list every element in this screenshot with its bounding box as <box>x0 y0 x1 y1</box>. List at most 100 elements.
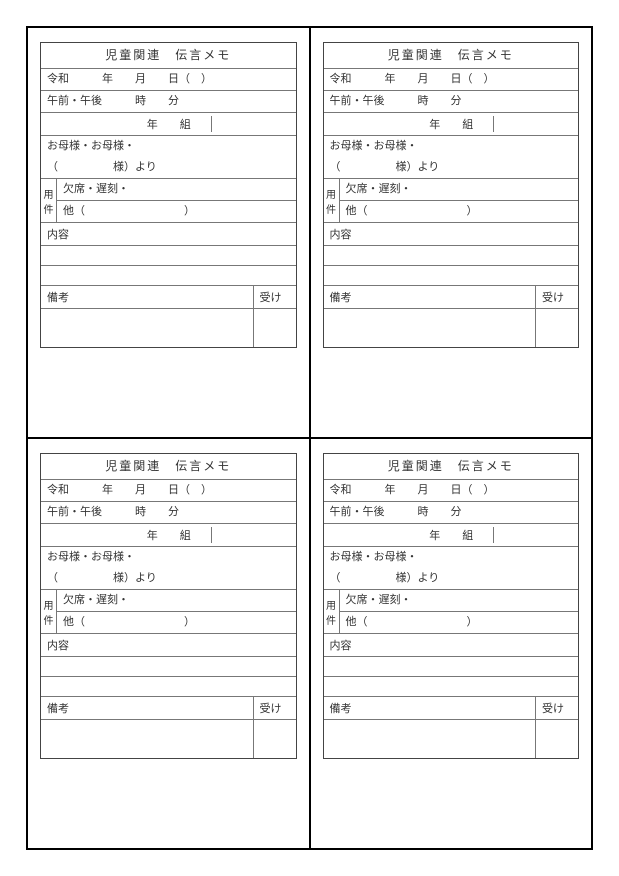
content-line-1 <box>41 656 296 676</box>
content-label: 内容 <box>41 223 296 245</box>
card-title: 児童関連 伝言メモ <box>324 454 579 480</box>
from-line-1: お母様・お母様・ <box>41 547 296 568</box>
content-block: 内容 <box>324 223 579 286</box>
matter-label: 用 件 <box>41 590 57 633</box>
remarks-body <box>324 309 536 347</box>
class-row: 年 組 <box>41 113 296 136</box>
matter-body: 欠席・遅刻・ 他（ ） <box>57 179 296 222</box>
remarks-label: 備考 <box>41 286 253 309</box>
matter-line-1: 欠席・遅刻・ <box>340 590 579 612</box>
content-line-2 <box>324 265 579 285</box>
remarks-left: 備考 <box>324 286 537 347</box>
from-block: お母様・お母様・ （ 様）より <box>324 136 579 179</box>
from-block: お母様・お母様・ （ 様）より <box>324 547 579 590</box>
from-line-1: お母様・お母様・ <box>324 547 579 568</box>
matter-label-1: 用 <box>326 597 336 612</box>
class-row: 年 組 <box>41 524 296 547</box>
content-line-1 <box>41 245 296 265</box>
card-title: 児童関連 伝言メモ <box>41 454 296 480</box>
remarks-label: 備考 <box>324 286 536 309</box>
content-block: 内容 <box>324 634 579 697</box>
class-text: 年 組 <box>407 527 494 543</box>
content-line-2 <box>41 676 296 696</box>
time-row: 午前・午後 時 分 <box>41 502 296 524</box>
matter-label-2: 件 <box>326 201 336 216</box>
remarks-body <box>41 309 253 347</box>
memo-cell-1: 児童関連 伝言メモ 令和 年 月 日（ ） 午前・午後 時 分 年 組 お母様・… <box>28 28 310 438</box>
card-title: 児童関連 伝言メモ <box>324 43 579 69</box>
content-line-2 <box>41 265 296 285</box>
memo-card: 児童関連 伝言メモ 令和 年 月 日（ ） 午前・午後 時 分 年 組 お母様・… <box>323 42 580 348</box>
received-col: 受け <box>536 697 578 758</box>
matter-block: 用 件 欠席・遅刻・ 他（ ） <box>41 590 296 634</box>
class-text: 年 組 <box>125 527 212 543</box>
matter-line-2: 他（ ） <box>57 201 296 222</box>
matter-label-2: 件 <box>326 612 336 627</box>
matter-body: 欠席・遅刻・ 他（ ） <box>340 590 579 633</box>
received-col: 受け <box>254 286 296 347</box>
class-row: 年 組 <box>324 113 579 136</box>
class-text: 年 組 <box>125 116 212 132</box>
received-body <box>254 309 296 347</box>
received-col: 受け <box>536 286 578 347</box>
content-line-1 <box>324 656 579 676</box>
time-row: 午前・午後 時 分 <box>324 502 579 524</box>
remarks-left: 備考 <box>324 697 537 758</box>
class-row: 年 組 <box>324 524 579 547</box>
from-line-2: （ 様）より <box>324 568 579 589</box>
received-col: 受け <box>254 697 296 758</box>
from-line-2: （ 様）より <box>41 157 296 178</box>
memo-card: 児童関連 伝言メモ 令和 年 月 日（ ） 午前・午後 時 分 年 組 お母様・… <box>40 42 297 348</box>
matter-body: 欠席・遅刻・ 他（ ） <box>57 590 296 633</box>
matter-line-1: 欠席・遅刻・ <box>57 590 296 612</box>
received-body <box>536 720 578 758</box>
received-label: 受け <box>254 697 296 720</box>
matter-block: 用 件 欠席・遅刻・ 他（ ） <box>324 590 579 634</box>
remarks-label: 備考 <box>324 697 536 720</box>
from-line-2: （ 様）より <box>41 568 296 589</box>
remarks-block: 備考 受け <box>41 286 296 347</box>
date-row: 令和 年 月 日（ ） <box>41 69 296 91</box>
received-label: 受け <box>536 697 578 720</box>
time-row: 午前・午後 時 分 <box>324 91 579 113</box>
matter-label: 用 件 <box>41 179 57 222</box>
remarks-body <box>41 720 253 758</box>
remarks-block: 備考 受け <box>41 697 296 758</box>
content-label: 内容 <box>324 223 579 245</box>
remarks-block: 備考 受け <box>324 286 579 347</box>
date-row: 令和 年 月 日（ ） <box>324 480 579 502</box>
received-body <box>254 720 296 758</box>
memo-cell-4: 児童関連 伝言メモ 令和 年 月 日（ ） 午前・午後 時 分 年 組 お母様・… <box>310 438 592 848</box>
from-line-1: お母様・お母様・ <box>41 136 296 157</box>
from-block: お母様・お母様・ （ 様）より <box>41 136 296 179</box>
matter-block: 用 件 欠席・遅刻・ 他（ ） <box>324 179 579 223</box>
remarks-body <box>324 720 536 758</box>
matter-block: 用 件 欠席・遅刻・ 他（ ） <box>41 179 296 223</box>
memo-cell-2: 児童関連 伝言メモ 令和 年 月 日（ ） 午前・午後 時 分 年 組 お母様・… <box>310 28 592 438</box>
date-row: 令和 年 月 日（ ） <box>41 480 296 502</box>
matter-line-1: 欠席・遅刻・ <box>57 179 296 201</box>
card-title: 児童関連 伝言メモ <box>41 43 296 69</box>
content-label: 内容 <box>324 634 579 656</box>
received-label: 受け <box>254 286 296 309</box>
content-line-2 <box>324 676 579 696</box>
memo-card: 児童関連 伝言メモ 令和 年 月 日（ ） 午前・午後 時 分 年 組 お母様・… <box>40 453 297 759</box>
remarks-label: 備考 <box>41 697 253 720</box>
class-text: 年 組 <box>407 116 494 132</box>
received-body <box>536 309 578 347</box>
matter-label-1: 用 <box>44 186 54 201</box>
content-line-1 <box>324 245 579 265</box>
remarks-block: 備考 受け <box>324 697 579 758</box>
matter-label-1: 用 <box>44 597 54 612</box>
received-label: 受け <box>536 286 578 309</box>
matter-label-2: 件 <box>44 201 54 216</box>
time-row: 午前・午後 時 分 <box>41 91 296 113</box>
page-frame: 児童関連 伝言メモ 令和 年 月 日（ ） 午前・午後 時 分 年 組 お母様・… <box>0 0 619 876</box>
matter-body: 欠席・遅刻・ 他（ ） <box>340 179 579 222</box>
matter-line-2: 他（ ） <box>57 612 296 633</box>
matter-label: 用 件 <box>324 179 340 222</box>
content-block: 内容 <box>41 634 296 697</box>
remarks-left: 備考 <box>41 697 254 758</box>
content-label: 内容 <box>41 634 296 656</box>
content-block: 内容 <box>41 223 296 286</box>
